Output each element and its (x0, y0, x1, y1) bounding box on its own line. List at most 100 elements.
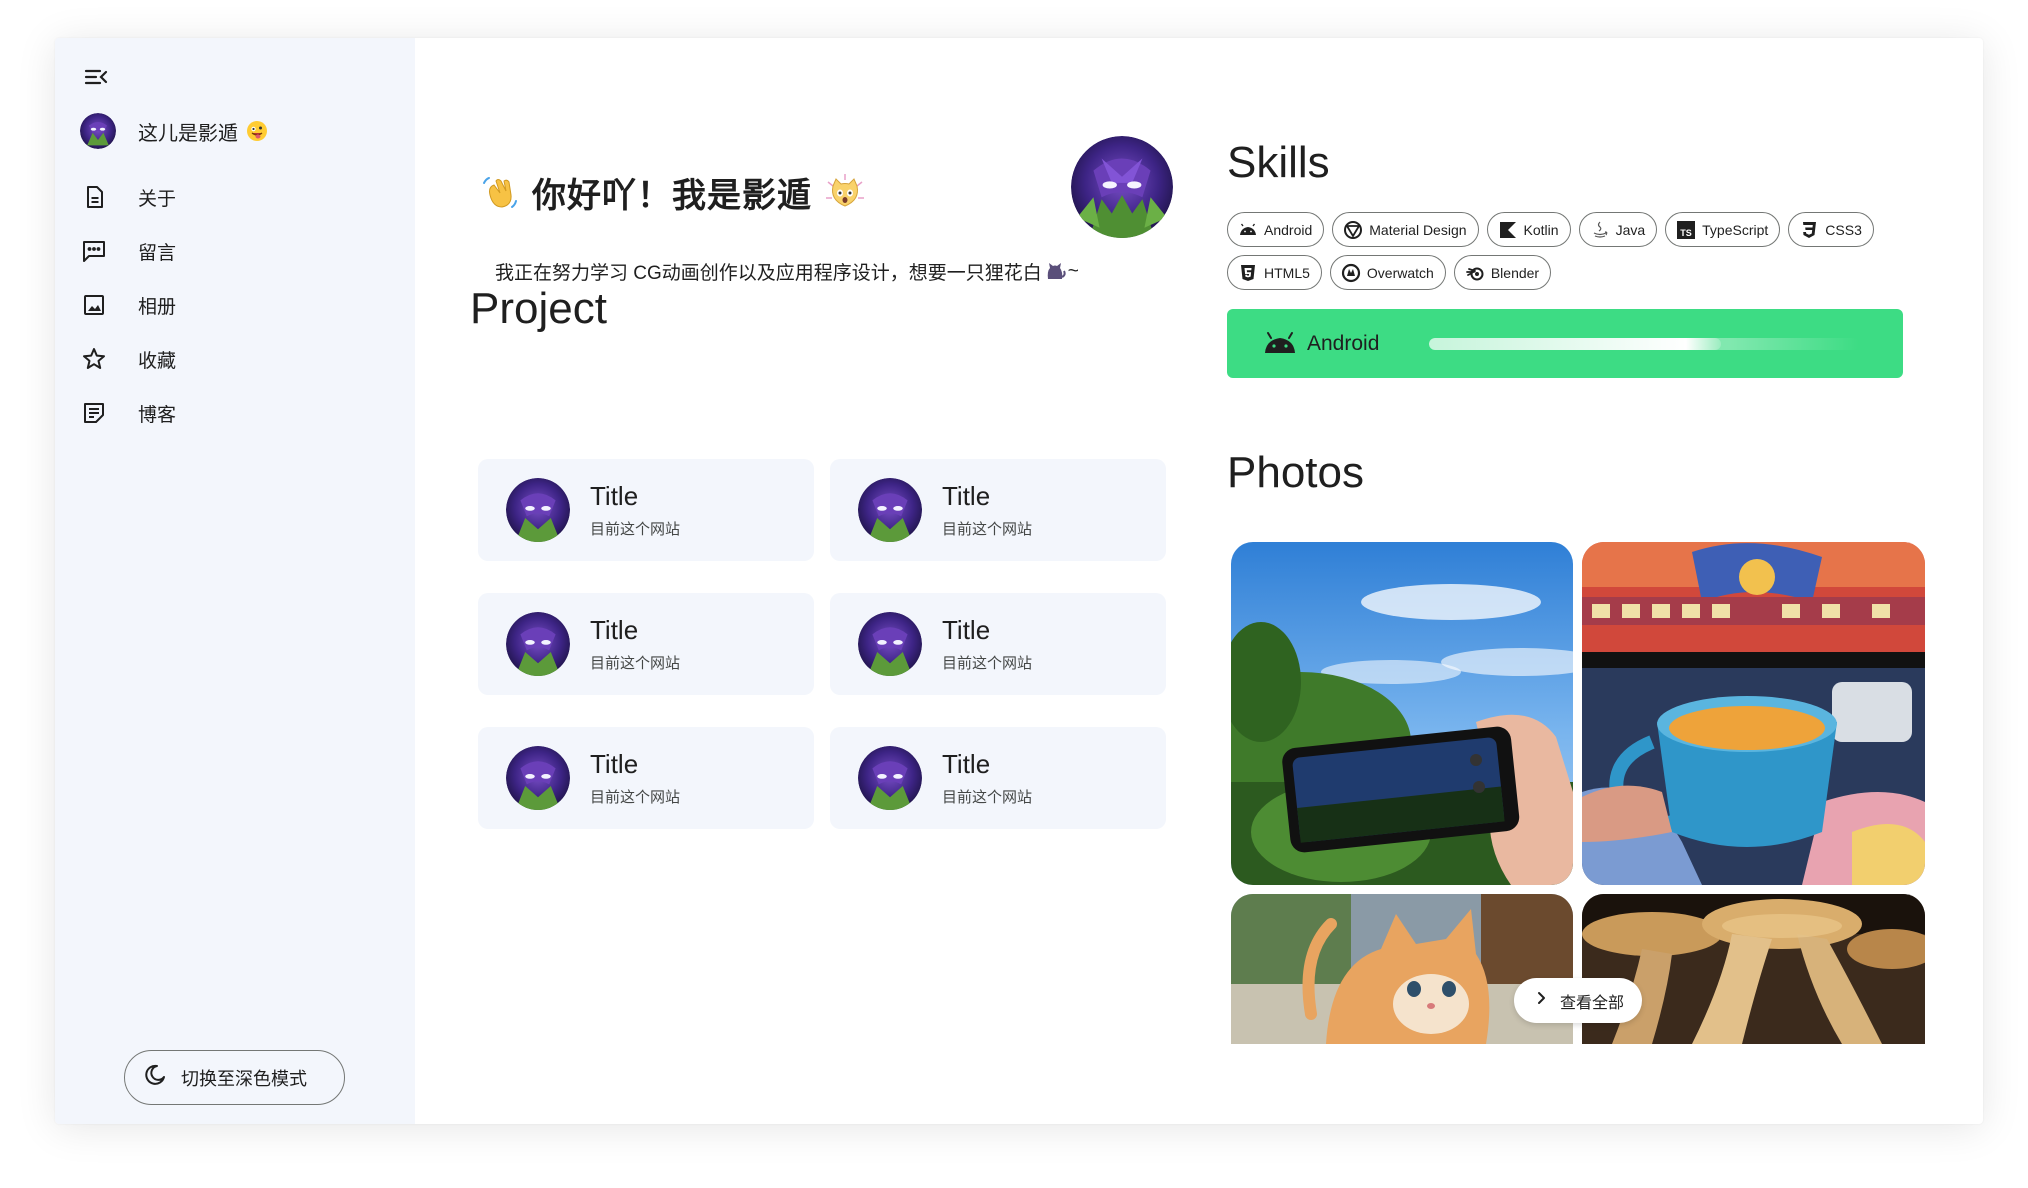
view-all-photos-button[interactable]: 查看全部 (1514, 978, 1642, 1023)
skill-chip-label: CSS3 (1825, 221, 1862, 238)
skill-chip-label: Android (1264, 221, 1313, 238)
chevron-right-icon (1534, 990, 1550, 1011)
skill-progress-track (1429, 338, 1859, 350)
skill-chip-java[interactable]: Java (1578, 212, 1658, 247)
comment-icon (80, 237, 108, 265)
photo-sky-phone[interactable] (1231, 542, 1573, 885)
project-title: Title (590, 615, 639, 645)
project-subtitle: 目前这个网站 (590, 789, 681, 806)
blender-icon (1465, 263, 1485, 283)
project-card[interactable]: Title 目前这个网站 (830, 727, 1166, 829)
skill-chips: Android Material Design Kotlin Java TS T… (1227, 212, 1967, 290)
skill-chip-typescript[interactable]: TS TypeScript (1665, 212, 1781, 247)
greeting-text: 你好吖！我是影遁 (532, 177, 812, 215)
kotlin-icon (1498, 220, 1518, 240)
black-cat-icon (1044, 261, 1066, 283)
article-icon (80, 399, 108, 427)
view-all-label: 查看全部 (1560, 994, 1625, 1012)
project-card[interactable]: Title 目前这个网站 (478, 727, 814, 829)
project-avatar (506, 612, 570, 676)
sidebar-item-guestbook[interactable]: 留言 (80, 224, 176, 278)
project-card[interactable]: Title 目前这个网站 (830, 459, 1166, 561)
skill-chip-blender[interactable]: Blender (1453, 255, 1552, 290)
sidebar-nav: 关于 留言 相册 收藏 博客 (80, 170, 176, 440)
greeting: 你好吖！我是影遁 (480, 168, 866, 217)
skill-chip-label: Kotlin (1523, 221, 1559, 238)
project-card[interactable]: Title 目前这个网站 (478, 593, 814, 695)
menu-toggle-icon[interactable] (82, 63, 110, 91)
sidebar: 这儿是影遁 关于 留言 相册 收藏 博客 切换至深色模式 (55, 38, 415, 1124)
sidebar-item-label: 相册 (138, 296, 177, 318)
css3-icon (1799, 220, 1819, 240)
bio: 我正在努力学习 CG动画创作以及应用程序设计，想要一只狸花白 ~ (495, 258, 1079, 285)
project-subtitle: 目前这个网站 (590, 521, 681, 538)
sidebar-item-favorites[interactable]: 收藏 (80, 332, 176, 386)
sidebar-item-blog[interactable]: 博客 (80, 386, 176, 440)
skill-chip-material-design[interactable]: Material Design (1332, 212, 1479, 247)
project-avatar (858, 746, 922, 810)
project-avatar (858, 612, 922, 676)
project-avatar (506, 478, 570, 542)
skill-chip-label: TypeScript (1702, 221, 1769, 238)
overwatch-icon (1341, 263, 1361, 283)
dark-mode-toggle-label: 切换至深色模式 (181, 1068, 307, 1089)
image-icon (80, 291, 108, 319)
photos-section-title: Photos (1227, 448, 1364, 497)
sidebar-item-album[interactable]: 相册 (80, 278, 176, 332)
skill-progress-card[interactable]: Android (1227, 309, 1903, 378)
skill-chip-label: HTML5 (1264, 264, 1310, 281)
photo-tea-cup[interactable] (1582, 542, 1925, 885)
moon-icon (143, 1063, 167, 1092)
project-title: Title (942, 749, 991, 779)
app-window: 这儿是影遁 关于 留言 相册 收藏 博客 切换至深色模式 你好吖！我是影遁 我正… (55, 38, 1983, 1124)
skill-chip-overwatch[interactable]: Overwatch (1329, 255, 1446, 290)
star-icon (80, 345, 108, 373)
skill-progress-fill (1429, 338, 1722, 350)
project-subtitle: 目前这个网站 (590, 655, 681, 672)
project-title: Title (942, 615, 991, 645)
avatar (80, 113, 116, 149)
skill-chip-label: Java (1615, 221, 1646, 238)
photo-kitten[interactable] (1231, 894, 1573, 1044)
project-card[interactable]: Title 目前这个网站 (478, 459, 814, 561)
skill-chip-kotlin[interactable]: Kotlin (1486, 212, 1571, 247)
project-card[interactable]: Title 目前这个网站 (830, 593, 1166, 695)
silly-face-emoji-icon (246, 120, 268, 142)
java-icon (1590, 220, 1610, 240)
project-avatar (858, 478, 922, 542)
skills-section-title: Skills (1227, 138, 1330, 187)
sidebar-item-label: 收藏 (138, 350, 177, 372)
skill-chip-android[interactable]: Android (1227, 212, 1325, 247)
android-icon (1238, 220, 1258, 240)
typescript-icon: TS (1676, 220, 1696, 240)
skill-chip-css3[interactable]: CSS3 (1788, 212, 1874, 247)
project-title: Title (942, 481, 991, 511)
project-grid: Title 目前这个网站 Title 目前这个网站 Title 目前这个网站 Titl… (478, 459, 1168, 829)
sidebar-item-label: 博客 (138, 404, 177, 426)
android-icon (1263, 329, 1297, 357)
waving-hand-icon (480, 173, 520, 213)
svg-text:TS: TS (1680, 228, 1692, 238)
skill-chip-label: Material Design (1369, 221, 1467, 238)
bio-tilde: ~ (1067, 260, 1079, 282)
skill-chip-label: Overwatch (1366, 264, 1434, 281)
sidebar-item-label: 留言 (138, 242, 177, 264)
project-subtitle: 目前这个网站 (942, 789, 1033, 806)
project-title: Title (590, 749, 639, 779)
html5-icon (1238, 263, 1258, 283)
project-subtitle: 目前这个网站 (942, 655, 1033, 672)
photo-mushrooms[interactable] (1582, 894, 1925, 1044)
project-avatar (506, 746, 570, 810)
material-design-icon (1343, 220, 1363, 240)
skill-chip-html5[interactable]: HTML5 (1227, 255, 1322, 290)
sidebar-item-about[interactable]: 关于 (80, 170, 176, 224)
cat-face-icon (824, 172, 866, 214)
profile-name: 这儿是影遁 (138, 122, 238, 145)
dark-mode-toggle-button[interactable]: 切换至深色模式 (124, 1050, 345, 1105)
profile[interactable]: 这儿是影遁 (80, 113, 268, 149)
project-title: Title (590, 481, 639, 511)
document-icon (80, 183, 108, 211)
project-section-title: Project (470, 284, 607, 333)
profile-avatar-large (1071, 136, 1173, 238)
skill-progress-label: Android (1307, 332, 1380, 355)
